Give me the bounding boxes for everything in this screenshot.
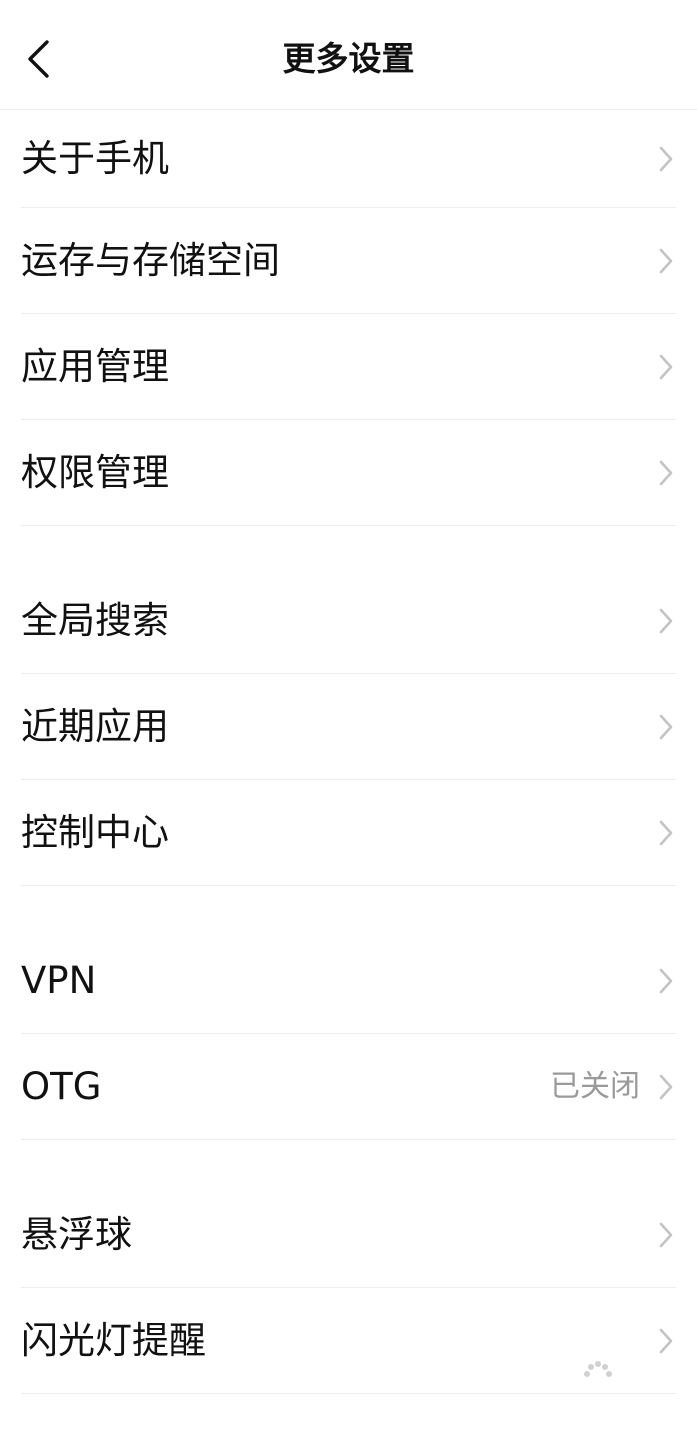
chevron-left-icon — [28, 40, 49, 78]
otg-status-value: 已关闭 — [550, 1068, 640, 1104]
settings-item-memory-storage[interactable]: 运存与存储空间 — [21, 208, 676, 314]
chevron-right-icon — [658, 1073, 674, 1101]
settings-item-label: 控制中心 — [21, 810, 169, 854]
chevron-right-icon — [658, 459, 674, 487]
settings-item-label: 近期应用 — [21, 704, 169, 748]
chevron-right-icon — [658, 819, 674, 847]
back-button[interactable] — [14, 30, 62, 88]
settings-item-about-phone[interactable]: 关于手机 — [21, 110, 676, 208]
settings-item-label: 关于手机 — [21, 136, 169, 180]
chevron-right-icon — [658, 1221, 674, 1249]
chevron-right-icon — [658, 145, 674, 173]
settings-item-recent-apps[interactable]: 近期应用 — [21, 674, 676, 780]
settings-item-label: 权限管理 — [21, 450, 169, 494]
settings-item-label: 应用管理 — [21, 344, 169, 388]
chevron-right-icon — [658, 607, 674, 635]
settings-item-label: OTG — [21, 1064, 102, 1108]
settings-item-global-search[interactable]: 全局搜索 — [21, 568, 676, 674]
chevron-right-icon — [658, 353, 674, 381]
top-app-bar: 更多设置 — [0, 0, 697, 110]
chevron-right-icon — [658, 247, 674, 275]
settings-item-vpn[interactable]: VPN — [21, 928, 676, 1034]
settings-item-label: VPN — [21, 958, 97, 1002]
settings-list: 关于手机 运存与存储空间 应用管理 权限管理 全局搜索 近期应用 控制中心 VP… — [0, 110, 697, 1394]
settings-item-otg[interactable]: OTG 已关闭 — [21, 1034, 676, 1140]
settings-item-label: 运存与存储空间 — [21, 238, 280, 282]
chevron-right-icon — [658, 1327, 674, 1355]
chevron-right-icon — [658, 967, 674, 995]
settings-item-label: 全局搜索 — [21, 598, 169, 642]
settings-item-label: 悬浮球 — [21, 1212, 132, 1256]
settings-item-control-center[interactable]: 控制中心 — [21, 780, 676, 886]
settings-item-flash-reminder[interactable]: 闪光灯提醒 — [21, 1288, 676, 1394]
page-title: 更多设置 — [282, 39, 415, 78]
settings-item-permission-management[interactable]: 权限管理 — [21, 420, 676, 526]
settings-item-app-management[interactable]: 应用管理 — [21, 314, 676, 420]
settings-item-label: 闪光灯提醒 — [21, 1318, 206, 1362]
settings-item-floating-ball[interactable]: 悬浮球 — [21, 1182, 676, 1288]
chevron-right-icon — [658, 713, 674, 741]
